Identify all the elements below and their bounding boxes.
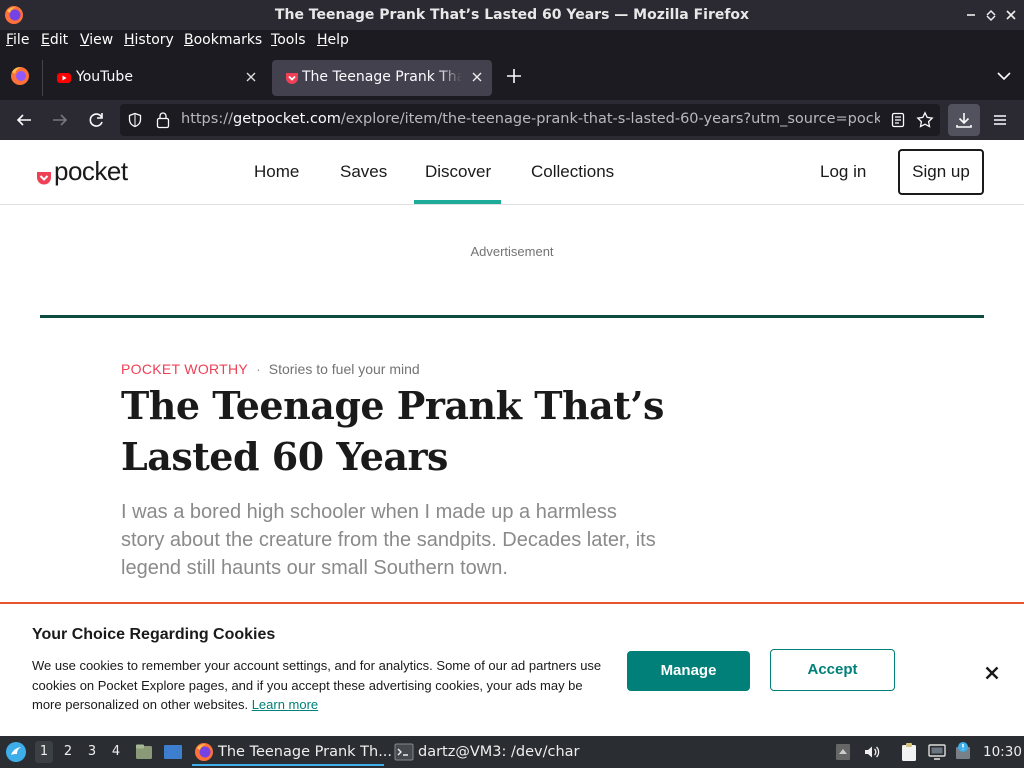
task-terminal[interactable]: dartz@VM3: /dev/char (392, 738, 592, 766)
task-firefox[interactable]: The Teenage Prank Th... (192, 738, 392, 766)
forward-icon[interactable] (50, 110, 70, 130)
advertisement-label: Advertisement (470, 244, 554, 259)
minimize-icon[interactable] (962, 6, 980, 24)
url-bar-actions (880, 104, 940, 136)
menu-bar: File Edit View History Bookmarks Tools H… (0, 30, 1024, 52)
article-divider (40, 315, 984, 318)
volume-icon[interactable] (863, 743, 881, 761)
downloads-button[interactable] (948, 104, 980, 136)
pocket-logo-text[interactable]: pocket (54, 156, 128, 187)
new-tab-icon[interactable] (504, 66, 524, 86)
window-title: The Teenage Prank That’s Lasted 60 Years… (274, 7, 750, 23)
start-menu-icon[interactable] (5, 741, 27, 763)
learn-more-link[interactable]: Learn more (252, 697, 318, 712)
cookie-banner: Your Choice Regarding Cookies We use coo… (0, 602, 1024, 736)
tab-pocket-article[interactable]: The Teenage Prank That’s Lasted 60 Years (272, 60, 492, 96)
site-header: pocket Home Saves Discover Collections L… (0, 140, 1024, 205)
chevron-down-icon[interactable] (994, 68, 1014, 84)
taskbar: 1 2 3 4 The Teenage Prank Th... dartz@VM… (0, 736, 1024, 768)
cookie-title: Your Choice Regarding Cookies (32, 626, 276, 643)
cookie-body: We use cookies to remember your account … (32, 658, 602, 712)
terminal-icon (394, 743, 414, 761)
network-icon[interactable] (928, 743, 946, 761)
lock-icon[interactable] (155, 111, 171, 129)
close-tab-icon[interactable] (242, 68, 260, 86)
reader-view-icon[interactable] (890, 112, 906, 128)
accept-cookies-button[interactable]: Accept (770, 649, 895, 691)
menu-bookmarks[interactable]: Bookmarks (184, 32, 262, 48)
notifications-icon[interactable] (955, 741, 973, 761)
bookmark-star-icon[interactable] (916, 111, 934, 129)
close-window-icon[interactable] (1002, 6, 1020, 24)
hamburger-menu-icon[interactable] (990, 110, 1010, 130)
menu-edit[interactable]: Edit (41, 32, 68, 48)
navigation-toolbar: https://getpocket.com/explore/item/the-t… (0, 100, 1024, 140)
workspace-1[interactable]: 1 (35, 741, 53, 763)
menu-view[interactable]: View (80, 32, 113, 48)
clock: 10:30 (983, 744, 1022, 760)
download-icon (956, 113, 972, 128)
login-link[interactable]: Log in (820, 162, 866, 182)
menu-history[interactable]: History (124, 32, 174, 48)
pocket-icon (286, 73, 298, 84)
firefox-icon (195, 743, 213, 761)
close-tab-icon[interactable] (468, 68, 486, 86)
url-text: https://getpocket.com/explore/item/the-t… (181, 111, 940, 127)
firefox-view-icon[interactable] (6, 62, 34, 90)
article-dek: I was a bored high schooler when I made … (121, 501, 656, 579)
kicker-separator: · (256, 361, 261, 377)
active-nav-indicator (414, 200, 501, 204)
maximize-icon[interactable] (982, 6, 1000, 24)
pocket-logo-icon[interactable] (36, 164, 52, 192)
tab-separator (42, 60, 43, 96)
menu-help[interactable]: Help (317, 32, 349, 48)
back-icon[interactable] (14, 110, 34, 130)
nav-collections[interactable]: Collections (531, 162, 614, 182)
close-icon[interactable] (983, 664, 1001, 682)
workspace-3[interactable]: 3 (83, 744, 101, 759)
manage-cookies-button[interactable]: Manage (627, 651, 750, 691)
url-bar[interactable]: https://getpocket.com/explore/item/the-t… (120, 104, 940, 136)
show-desktop-icon[interactable] (163, 743, 183, 761)
signup-button[interactable]: Sign up (898, 149, 984, 195)
kicker-tagline: Stories to fuel your mind (268, 361, 420, 377)
menu-tools[interactable]: Tools (271, 32, 306, 48)
article-kicker: POCKET WORTHY · Stories to fuel your mind (121, 361, 420, 377)
youtube-icon (57, 73, 71, 83)
active-task-indicator (192, 764, 384, 766)
kicker-brand[interactable]: POCKET WORTHY (121, 361, 248, 377)
updates-icon[interactable] (835, 743, 851, 761)
file-manager-icon[interactable] (134, 742, 154, 762)
window-titlebar: The Teenage Prank That’s Lasted 60 Years… (0, 0, 1024, 30)
article-headline: The Teenage Prank That’s Lasted 60 Years (121, 383, 664, 479)
workspace-4[interactable]: 4 (107, 744, 125, 759)
nav-discover[interactable]: Discover (425, 162, 491, 182)
nav-saves[interactable]: Saves (340, 162, 387, 182)
shield-icon[interactable] (127, 112, 143, 128)
nav-home[interactable]: Home (254, 162, 299, 182)
workspace-2[interactable]: 2 (59, 744, 77, 759)
menu-file[interactable]: File (6, 32, 29, 48)
tab-youtube[interactable]: YouTube (44, 60, 268, 96)
reload-icon[interactable] (86, 110, 106, 130)
clipboard-icon[interactable] (900, 742, 918, 762)
